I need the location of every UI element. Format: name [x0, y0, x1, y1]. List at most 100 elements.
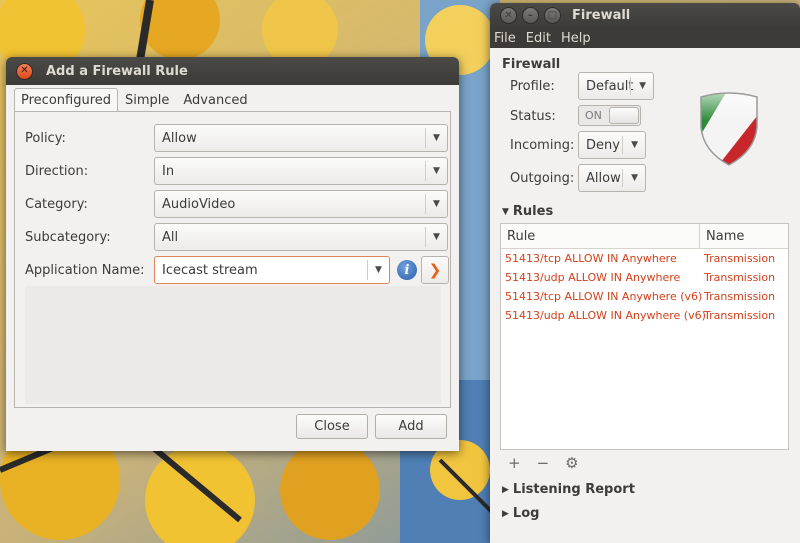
table-row[interactable]: 51413/tcp ALLOW IN Anywhere (v6) Transmi… [501, 287, 788, 306]
outgoing-value: Allow [586, 170, 621, 186]
column-name[interactable]: Name [700, 224, 744, 248]
rules-expander[interactable]: ▼ Rules [502, 204, 553, 219]
firewall-heading: Firewall [502, 57, 561, 72]
firewall-window: ✕ – □ Firewall File Edit Help Firewall P… [490, 3, 800, 543]
rule-cell: 51413/tcp ALLOW IN Anywhere [505, 252, 677, 265]
policy-value: Allow [162, 130, 197, 146]
dialog-title: Add a Firewall Rule [46, 63, 188, 79]
combo-separator [622, 169, 623, 187]
combo-separator [630, 77, 631, 95]
category-select[interactable]: AudioVideo ▼ [154, 190, 448, 218]
maximize-icon[interactable]: □ [544, 7, 561, 24]
close-icon[interactable]: ✕ [16, 62, 33, 80]
dropdown-arrow-icon: ▼ [639, 81, 646, 91]
direction-row: Direction: In ▼ [25, 157, 448, 185]
application-name-combo[interactable]: Icecast stream ▼ [154, 256, 390, 284]
shield-icon [700, 92, 758, 166]
application-name-value: Icecast stream [162, 262, 258, 278]
rule-cell: 51413/udp ALLOW IN Anywhere [505, 271, 681, 284]
outgoing-label: Outgoing: [510, 170, 575, 186]
rules-title: Rules [512, 204, 554, 219]
name-cell: Transmission [704, 271, 776, 284]
minimize-icon[interactable]: – [522, 7, 539, 24]
log-expander[interactable]: ▶ Log [502, 506, 539, 521]
menu-help[interactable]: Help [561, 31, 591, 46]
rule-cell: 51413/udp ALLOW IN Anywhere (v6) [505, 309, 706, 322]
dropdown-arrow-icon: ▼ [367, 260, 389, 280]
tab-advanced[interactable]: Advanced [176, 88, 254, 112]
menu-file[interactable]: File [494, 31, 516, 46]
profile-value: Default [586, 78, 634, 94]
name-cell: Transmission [704, 252, 776, 265]
name-cell: Transmission [704, 290, 776, 303]
listening-report-title: Listening Report [512, 482, 635, 497]
dropdown-arrow-icon: ▼ [631, 173, 638, 183]
category-label: Category: [25, 196, 88, 212]
category-value: AudioVideo [162, 196, 236, 212]
add-icon[interactable]: + [508, 454, 521, 472]
table-row[interactable]: 51413/udp ALLOW IN Anywhere (v6) Transmi… [501, 306, 788, 325]
table-row[interactable]: 51413/udp ALLOW IN Anywhere Transmission [501, 268, 788, 287]
profile-label: Profile: [510, 78, 555, 94]
dropdown-arrow-icon: ▼ [425, 194, 447, 214]
profile-row: Profile: Default ▼ [510, 72, 654, 100]
direction-value: In [162, 163, 175, 179]
chevron-right-icon[interactable]: ❯ [421, 256, 449, 284]
tab-preconfigured[interactable]: Preconfigured [14, 88, 118, 112]
column-rule[interactable]: Rule [501, 224, 700, 248]
add-button[interactable]: Add [375, 414, 447, 439]
rules-table[interactable]: Rule Name 51413/tcp ALLOW IN Anywhere Tr… [500, 223, 789, 450]
name-cell: Transmission [704, 309, 776, 322]
incoming-select[interactable]: Deny ▼ [578, 131, 646, 159]
expander-icon: ▼ [502, 206, 509, 217]
close-icon[interactable]: ✕ [500, 7, 517, 24]
subcategory-label: Subcategory: [25, 229, 111, 245]
window-title: Firewall [572, 8, 631, 23]
incoming-label: Incoming: [510, 137, 575, 153]
policy-row: Policy: Allow ▼ [25, 124, 448, 152]
subcategory-select[interactable]: All ▼ [154, 223, 448, 251]
dropdown-arrow-icon: ▼ [631, 140, 638, 150]
firewall-titlebar: ✕ – □ Firewall [490, 3, 800, 28]
info-icon[interactable]: i [397, 260, 417, 280]
rules-header: Rule Name [501, 224, 788, 249]
tab-simple[interactable]: Simple [118, 88, 176, 112]
remove-icon[interactable]: − [537, 454, 550, 472]
dropdown-arrow-icon: ▼ [425, 227, 447, 247]
direction-select[interactable]: In ▼ [154, 157, 448, 185]
incoming-row: Incoming: Deny ▼ [510, 131, 646, 159]
rule-toolbar: + − ⚙ [508, 454, 579, 472]
status-switch[interactable]: ON [578, 105, 641, 126]
gear-icon[interactable]: ⚙ [565, 454, 578, 472]
add-rule-dialog: ✕ Add a Firewall Rule Preconfigured Simp… [6, 57, 459, 451]
tab-bar: Preconfigured Simple Advanced [14, 88, 255, 112]
expander-icon: ▶ [502, 508, 509, 519]
combo-separator [622, 136, 623, 154]
category-row: Category: AudioVideo ▼ [25, 190, 448, 218]
switch-knob [609, 107, 639, 124]
rule-cell: 51413/tcp ALLOW IN Anywhere (v6) [505, 290, 703, 303]
subcategory-value: All [162, 229, 179, 245]
dropdown-arrow-icon: ▼ [425, 128, 447, 148]
profile-select[interactable]: Default ▼ [578, 72, 654, 100]
direction-label: Direction: [25, 163, 89, 179]
policy-select[interactable]: Allow ▼ [154, 124, 448, 152]
listening-report-expander[interactable]: ▶ Listening Report [502, 482, 635, 497]
description-area [25, 286, 441, 404]
dialog-titlebar: ✕ Add a Firewall Rule [6, 57, 459, 85]
subcategory-row: Subcategory: All ▼ [25, 223, 448, 251]
table-row[interactable]: 51413/tcp ALLOW IN Anywhere Transmission [501, 249, 788, 268]
menu-edit[interactable]: Edit [526, 31, 551, 46]
expander-icon: ▶ [502, 484, 509, 495]
dropdown-arrow-icon: ▼ [425, 161, 447, 181]
close-button[interactable]: Close [296, 414, 368, 439]
status-value: ON [585, 109, 602, 122]
incoming-value: Deny [586, 137, 620, 153]
outgoing-select[interactable]: Allow ▼ [578, 164, 646, 192]
application-name-row: Application Name: Icecast stream ▼ i ❯ [25, 256, 449, 284]
outgoing-row: Outgoing: Allow ▼ [510, 164, 646, 192]
status-label: Status: [510, 108, 556, 124]
log-title: Log [512, 506, 540, 521]
tab-panel-preconfigured: Policy: Allow ▼ Direction: In ▼ Category… [14, 111, 451, 408]
status-row: Status: ON [510, 102, 641, 130]
